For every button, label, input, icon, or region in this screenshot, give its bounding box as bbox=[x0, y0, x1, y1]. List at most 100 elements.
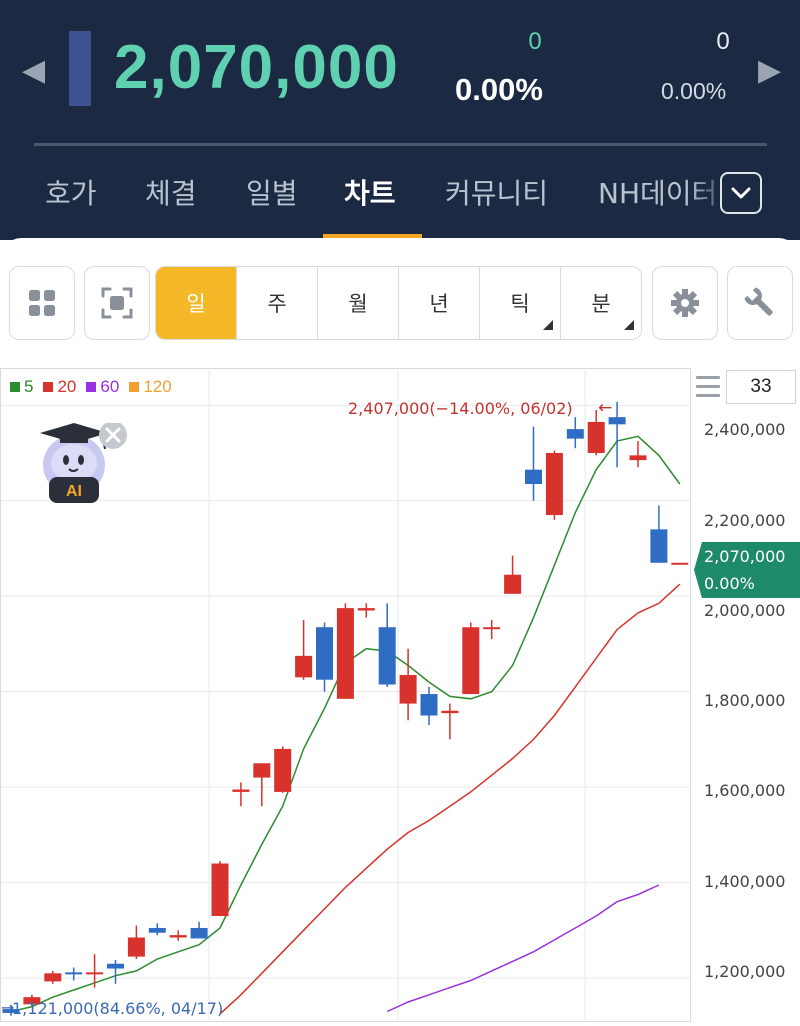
candle-body bbox=[295, 655, 313, 678]
legend-label: 5 bbox=[24, 377, 34, 396]
candle-body bbox=[587, 421, 605, 453]
legend-swatch bbox=[43, 382, 54, 392]
period-day-label: 일 bbox=[186, 292, 206, 316]
candle-body bbox=[232, 789, 250, 792]
legend-swatch bbox=[86, 382, 97, 392]
candle-body bbox=[504, 574, 522, 594]
period-month-label: 월 bbox=[348, 292, 368, 316]
low-price-annotation: 1,121,000(84.66%, 04/17) bbox=[12, 999, 224, 1018]
candle-body bbox=[190, 927, 208, 939]
ma20-line bbox=[219, 583, 681, 1015]
arrow-left-icon: ← bbox=[598, 398, 613, 418]
period-count-input[interactable]: 33 bbox=[726, 370, 796, 404]
ai-badge-label: AI bbox=[66, 483, 82, 500]
secondary-change-percent: 0.00% bbox=[661, 78, 727, 104]
chevron-left-icon[interactable]: ◀ bbox=[22, 56, 45, 86]
secondary-change-value: 0 bbox=[716, 28, 730, 55]
y-axis-label: 2,200,000 bbox=[704, 511, 786, 530]
current-price-tag-value: 2,070,000 bbox=[704, 547, 786, 566]
ai-assistant-badge[interactable]: AI bbox=[36, 421, 127, 505]
candle-body bbox=[462, 627, 480, 695]
candle-body bbox=[107, 963, 124, 969]
period-minute-label: 분 bbox=[591, 292, 611, 316]
candle-body bbox=[65, 972, 83, 975]
legend-swatch bbox=[10, 382, 20, 392]
ma60-line bbox=[386, 884, 660, 1013]
candle-body bbox=[148, 927, 166, 933]
tab-daily[interactable]: 일별 bbox=[246, 172, 298, 212]
more-tabs-button[interactable] bbox=[720, 172, 762, 214]
chevron-down-icon bbox=[731, 187, 751, 199]
period-day[interactable]: 일 bbox=[156, 267, 237, 339]
chevron-right-icon[interactable]: ▶ bbox=[758, 56, 781, 86]
y-axis-label: 2,400,000 bbox=[704, 420, 786, 439]
current-price-tag: 2,070,000 0.00% bbox=[694, 542, 800, 598]
period-minute[interactable]: 분 bbox=[561, 267, 641, 339]
tab-trades[interactable]: 체결 bbox=[145, 172, 197, 212]
legend-ma5: 5 bbox=[10, 377, 33, 397]
quote-header: ◀ 2,070,000 0 0.00% 0 0.00% ▶ 호가 체결 일별 차… bbox=[0, 0, 800, 240]
tab-chart[interactable]: 차트 bbox=[344, 172, 396, 212]
high-price-annotation: 2,407,000(−14.00%, 06/02) bbox=[348, 399, 573, 418]
legend-label: 20 bbox=[57, 377, 77, 396]
candle-body bbox=[650, 529, 668, 563]
candle-body bbox=[378, 627, 396, 685]
settings-button[interactable] bbox=[652, 266, 718, 340]
candle-body bbox=[483, 627, 501, 630]
candle-body bbox=[253, 763, 271, 778]
candle-body bbox=[169, 935, 187, 938]
current-price-tag-pct: 0.00% bbox=[704, 574, 755, 593]
tools-button[interactable] bbox=[727, 266, 793, 340]
layout-button[interactable] bbox=[9, 266, 75, 340]
candle-body bbox=[545, 452, 563, 516]
period-tick-label: 틱 bbox=[510, 292, 530, 316]
hamburger-icon[interactable] bbox=[696, 376, 720, 402]
legend-label: 60 bbox=[100, 377, 120, 396]
legend-label: 120 bbox=[143, 377, 172, 396]
period-year[interactable]: 년 bbox=[399, 267, 480, 339]
dropdown-corner-icon bbox=[624, 320, 634, 330]
y-axis-label: 1,200,000 bbox=[704, 962, 786, 981]
candle-body bbox=[336, 608, 354, 699]
candle-body bbox=[671, 562, 689, 565]
candle-body bbox=[629, 455, 647, 461]
candle-body bbox=[357, 608, 375, 611]
screenshot-icon bbox=[101, 287, 133, 319]
tab-orderbook[interactable]: 호가 bbox=[45, 172, 97, 212]
period-tick[interactable]: 틱 bbox=[480, 267, 561, 339]
period-week[interactable]: 주 bbox=[237, 267, 318, 339]
capture-button[interactable] bbox=[84, 266, 150, 340]
legend-ma60: 60 bbox=[86, 377, 119, 397]
dropdown-corner-icon bbox=[543, 320, 553, 330]
current-price: 2,070,000 bbox=[114, 33, 399, 102]
header-divider bbox=[34, 143, 767, 146]
wrench-icon bbox=[744, 287, 773, 316]
period-month[interactable]: 월 bbox=[318, 267, 399, 339]
candle-body bbox=[608, 417, 626, 425]
period-selector: 일 주 월 년 틱 분 bbox=[155, 266, 642, 340]
candle-body bbox=[566, 429, 584, 439]
candle-body bbox=[127, 937, 145, 957]
candle-body bbox=[316, 627, 333, 680]
legend-swatch bbox=[129, 382, 140, 392]
legend-ma20: 20 bbox=[43, 377, 76, 397]
candle-body bbox=[399, 674, 417, 704]
tab-community[interactable]: 커뮤니티 bbox=[445, 172, 548, 212]
candle-body bbox=[86, 972, 104, 975]
change-percent: 0.00% bbox=[455, 72, 543, 107]
grid-icon bbox=[29, 290, 55, 316]
ma-legend: 5 20 60 120 bbox=[10, 377, 176, 397]
y-axis-label: 2,000,000 bbox=[704, 601, 786, 620]
legend-ma120: 120 bbox=[129, 377, 172, 397]
candle-body bbox=[44, 973, 62, 982]
ai-mascot-icon: AI bbox=[40, 421, 127, 503]
gear-icon bbox=[671, 289, 699, 317]
period-week-label: 주 bbox=[267, 292, 287, 316]
y-axis-label: 1,800,000 bbox=[704, 691, 786, 710]
y-axis-label: 1,600,000 bbox=[704, 781, 786, 800]
candle-body bbox=[274, 748, 292, 792]
candle-body bbox=[441, 710, 459, 714]
period-year-label: 년 bbox=[429, 292, 449, 316]
price-indicator-bar bbox=[69, 31, 91, 106]
y-axis-label: 1,400,000 bbox=[704, 872, 786, 891]
